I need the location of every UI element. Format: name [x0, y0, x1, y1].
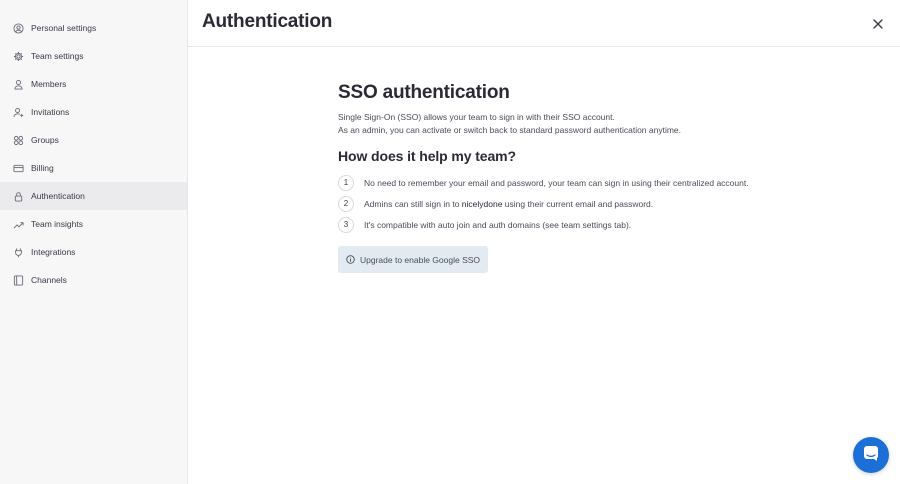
benefit-text: It's compatible with auto join and auth … — [364, 219, 632, 230]
chat-icon — [862, 444, 880, 467]
sidebar-item-billing[interactable]: Billing — [0, 154, 187, 182]
step-number-badge: 2 — [338, 195, 354, 212]
sidebar: Personal settings Team settings Members … — [0, 0, 188, 484]
sso-panel: SSO authentication Single Sign-On (SSO) … — [338, 82, 778, 273]
user-circle-icon — [13, 22, 24, 34]
sidebar-item-authentication[interactable]: Authentication — [0, 182, 187, 210]
help-title: How does it help my team? — [338, 148, 516, 164]
upgrade-button-label: Upgrade to enable Google SSO — [360, 254, 481, 265]
sso-title: SSO authentication — [338, 82, 510, 103]
step-number-badge: 1 — [338, 174, 354, 191]
credit-card-icon — [13, 163, 24, 174]
sidebar-item-label: Channels — [31, 275, 67, 285]
benefit-item: 3 It's compatible with auto join and aut… — [338, 214, 778, 235]
description-line: As an admin, you can activate or switch … — [338, 125, 682, 135]
page-header: Authentication — [188, 0, 900, 47]
chat-launcher-button[interactable] — [853, 437, 889, 473]
sidebar-item-label: Authentication — [31, 191, 85, 201]
benefit-list: 1 No need to remember your email and pas… — [338, 172, 778, 235]
page-title: Authentication — [202, 11, 333, 32]
sidebar-item-members[interactable]: Members — [0, 70, 187, 98]
lock-icon — [13, 191, 24, 202]
benefit-text: No need to remember your email and passw… — [364, 177, 749, 188]
gear-icon — [13, 51, 24, 62]
groups-icon — [13, 135, 24, 146]
sidebar-item-channels[interactable]: Channels — [0, 266, 187, 294]
sidebar-item-label: Team insights — [31, 219, 83, 229]
description-line: Single Sign-On (SSO) allows your team to… — [338, 112, 615, 122]
brand-name: nicelydone — [461, 198, 503, 209]
user-plus-icon — [13, 107, 24, 118]
sidebar-item-team-insights[interactable]: Team insights — [0, 210, 187, 238]
benefit-text-part: Admins can still sign in to — [364, 198, 462, 209]
sidebar-item-personal-settings[interactable]: Personal settings — [0, 14, 187, 42]
upgrade-google-sso-button[interactable]: Upgrade to enable Google SSO — [338, 246, 489, 273]
sidebar-item-invitations[interactable]: Invitations — [0, 98, 187, 126]
trend-icon — [13, 219, 24, 230]
close-button[interactable] — [872, 17, 884, 29]
sidebar-item-label: Groups — [31, 135, 59, 145]
sidebar-item-label: Personal settings — [31, 23, 97, 33]
user-icon — [13, 79, 24, 90]
sso-description: Single Sign-On (SSO) allows your team to… — [338, 111, 778, 137]
sidebar-item-groups[interactable]: Groups — [0, 126, 187, 154]
sidebar-item-label: Members — [31, 79, 67, 89]
benefit-item: 1 No need to remember your email and pas… — [338, 172, 778, 193]
sidebar-item-label: Invitations — [31, 107, 70, 117]
sidebar-item-integrations[interactable]: Integrations — [0, 238, 187, 266]
sidebar-item-label: Integrations — [31, 247, 76, 257]
benefit-text: Admins can still sign in to nicelydone u… — [364, 199, 653, 209]
sidebar-item-team-settings[interactable]: Team settings — [0, 42, 187, 70]
close-icon — [872, 17, 884, 34]
benefit-item: 2 Admins can still sign in to nicelydone… — [338, 193, 778, 214]
sidebar-item-label: Billing — [31, 163, 54, 173]
info-icon — [346, 255, 355, 264]
book-icon — [13, 274, 24, 286]
plug-icon — [13, 247, 24, 258]
sidebar-item-label: Team settings — [31, 51, 84, 61]
step-number-badge: 3 — [338, 216, 354, 233]
benefit-text-part: using their current email and password. — [502, 198, 654, 209]
